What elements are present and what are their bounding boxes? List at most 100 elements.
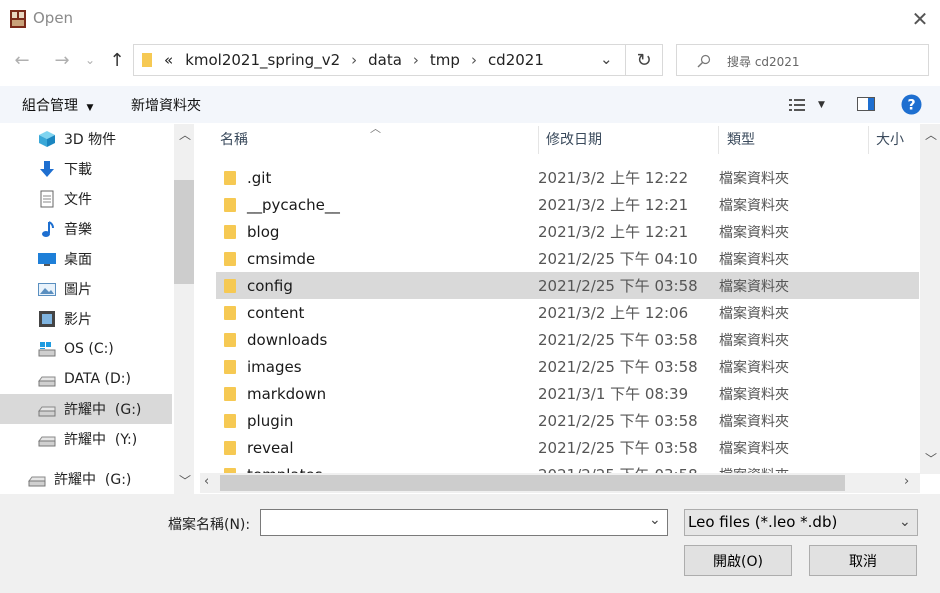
scroll-down-icon[interactable]: ﹀: [925, 450, 937, 467]
window-title: Open: [33, 9, 74, 27]
filename-input[interactable]: ⌄: [260, 509, 668, 536]
sidebar-item-documents[interactable]: 文件: [0, 184, 172, 214]
folder-icon: [224, 359, 236, 374]
sidebar-item-label: 圖片: [64, 282, 92, 298]
horizontal-scroll-thumb[interactable]: [220, 475, 845, 491]
crumb-data[interactable]: data: [368, 51, 402, 69]
title-bar: Open ✕: [0, 0, 940, 38]
file-row-cmsimde[interactable]: cmsimde 2021/2/25 下午 04:10 檔案資料夾: [216, 245, 919, 272]
sidebar-item-downloads[interactable]: 下載: [0, 154, 172, 184]
preview-pane-button[interactable]: [857, 97, 875, 111]
column-divider[interactable]: [868, 126, 869, 154]
file-type-filter[interactable]: Leo files (*.leo *.db) ⌄: [684, 509, 918, 536]
crumb-tmp[interactable]: tmp: [430, 51, 460, 69]
sidebar-item-data-d[interactable]: DATA (D:): [0, 364, 172, 394]
help-icon[interactable]: ?: [901, 94, 922, 115]
organize-button[interactable]: 組合管理 ▼: [22, 95, 93, 115]
sidebar-item-label: 影片: [64, 312, 92, 328]
sidebar-item-desktop[interactable]: 桌面: [0, 244, 172, 274]
file-row-markdown[interactable]: markdown 2021/3/1 下午 08:39 檔案資料夾: [216, 380, 919, 407]
up-arrow-icon: ↑: [109, 49, 125, 71]
column-divider[interactable]: [538, 126, 539, 154]
file-name: config: [247, 276, 293, 295]
column-divider[interactable]: [718, 126, 719, 154]
sidebar-scroll-thumb[interactable]: [174, 180, 194, 284]
close-icon: ✕: [911, 7, 929, 31]
close-button[interactable]: ✕: [904, 4, 936, 34]
new-folder-button[interactable]: 新增資料夾: [131, 95, 201, 115]
search-box[interactable]: 搜尋 cd2021: [676, 44, 929, 76]
up-button[interactable]: ↑: [104, 46, 130, 74]
sidebar-item-3d-objects[interactable]: 3D 物件: [0, 124, 172, 154]
drive-icon: [28, 470, 46, 488]
sidebar-item-network-drive-g[interactable]: 許耀中 (G:): [0, 464, 172, 494]
file-date: 2021/2/25 下午 03:58: [538, 358, 698, 376]
file-date: 2021/2/25 下午 03:58: [538, 331, 698, 349]
sidebar-item-drive-y[interactable]: 許耀中 (Y:): [0, 424, 172, 454]
sidebar-item-os-c[interactable]: OS (C:): [0, 334, 172, 364]
file-row-config[interactable]: config 2021/2/25 下午 03:58 檔案資料夾: [216, 272, 919, 299]
file-row-pycache[interactable]: __pycache__ 2021/3/2 上午 12:21 檔案資料夾: [216, 191, 919, 218]
scroll-right-icon[interactable]: ›: [904, 474, 909, 489]
scroll-up-icon[interactable]: ︿: [179, 126, 191, 143]
sidebar-item-label: 許耀中 (G:): [54, 472, 132, 488]
address-dropdown-icon[interactable]: ⌄: [600, 50, 613, 68]
folder-icon: [224, 170, 236, 185]
sidebar-item-pictures[interactable]: 圖片: [0, 274, 172, 304]
address-bar[interactable]: « kmol2021_spring_v2 › data › tmp › cd20…: [133, 44, 626, 76]
back-arrow-icon: ←: [14, 49, 30, 71]
file-date: 2021/2/25 下午 03:58: [538, 439, 698, 457]
cube-icon: [38, 130, 56, 148]
file-date: 2021/2/25 下午 03:58: [538, 277, 698, 295]
overflow-crumb[interactable]: «: [164, 51, 173, 69]
column-header-type[interactable]: 類型: [727, 124, 755, 156]
cancel-button[interactable]: 取消: [809, 545, 917, 576]
column-header-size[interactable]: 大小: [876, 124, 904, 156]
file-row-git[interactable]: .git 2021/3/2 上午 12:22 檔案資料夾: [216, 164, 919, 191]
file-type: 檔案資料夾: [719, 224, 789, 241]
recent-locations-button[interactable]: ⌄: [82, 46, 98, 74]
file-name: downloads: [247, 330, 328, 349]
organize-label: 組合管理: [22, 98, 78, 114]
file-name: images: [247, 357, 302, 376]
file-row-reveal[interactable]: reveal 2021/2/25 下午 03:58 檔案資料夾: [216, 434, 919, 461]
column-header-name[interactable]: 名稱: [220, 124, 248, 156]
file-list: ︿ 名稱 修改日期 類型 大小 .git 2021/3/2 上午 12:22 檔案資…: [200, 122, 920, 474]
scroll-down-icon[interactable]: ﹀: [179, 472, 191, 489]
back-button[interactable]: ←: [8, 46, 36, 74]
file-row-plugin[interactable]: plugin 2021/2/25 下午 03:58 檔案資料夾: [216, 407, 919, 434]
file-name: .git: [247, 168, 272, 187]
file-date: 2021/3/2 上午 12:22: [538, 169, 689, 187]
file-name: __pycache__: [247, 195, 340, 214]
file-row-downloads[interactable]: downloads 2021/2/25 下午 03:58 檔案資料夾: [216, 326, 919, 353]
crumb-separator: ›: [470, 51, 477, 69]
sidebar-item-videos[interactable]: 影片: [0, 304, 172, 334]
file-name: blog: [247, 222, 280, 241]
file-name: content: [247, 303, 305, 322]
forward-button[interactable]: →: [48, 46, 76, 74]
scroll-left-icon[interactable]: ‹: [204, 474, 209, 489]
column-header-date[interactable]: 修改日期: [546, 124, 602, 156]
open-button[interactable]: 開啟(O): [684, 545, 792, 576]
sidebar-item-label: 下載: [64, 162, 92, 178]
sidebar-item-drive-g[interactable]: 許耀中 (G:): [0, 394, 172, 424]
search-placeholder: 搜尋 cd2021: [727, 55, 800, 69]
scroll-up-icon[interactable]: ︿: [925, 126, 937, 143]
file-row-blog[interactable]: blog 2021/3/2 上午 12:21 檔案資料夾: [216, 218, 919, 245]
file-date: 2021/2/25 下午 04:10: [538, 250, 698, 268]
crumb-kmol2021-spring-v2[interactable]: kmol2021_spring_v2: [185, 51, 340, 69]
file-row-images[interactable]: images 2021/2/25 下午 03:58 檔案資料夾: [216, 353, 919, 380]
file-type: 檔案資料夾: [719, 278, 789, 295]
view-options-button[interactable]: ▼: [788, 95, 832, 115]
picture-icon: [38, 280, 56, 298]
sort-ascending-icon: ︿: [370, 122, 381, 135]
crumb-cd2021[interactable]: cd2021: [488, 51, 544, 69]
refresh-button[interactable]: ↻: [626, 44, 663, 76]
file-list-vertical-scrollbar[interactable]: ︿ ﹀: [920, 124, 940, 474]
sidebar-item-music[interactable]: 音樂: [0, 214, 172, 244]
chevron-down-icon[interactable]: ⌄: [649, 512, 661, 528]
folder-icon: [224, 332, 236, 347]
file-date: 2021/3/2 上午 12:21: [538, 223, 689, 241]
file-type: 檔案資料夾: [719, 413, 789, 430]
file-row-content[interactable]: content 2021/3/2 上午 12:06 檔案資料夾: [216, 299, 919, 326]
